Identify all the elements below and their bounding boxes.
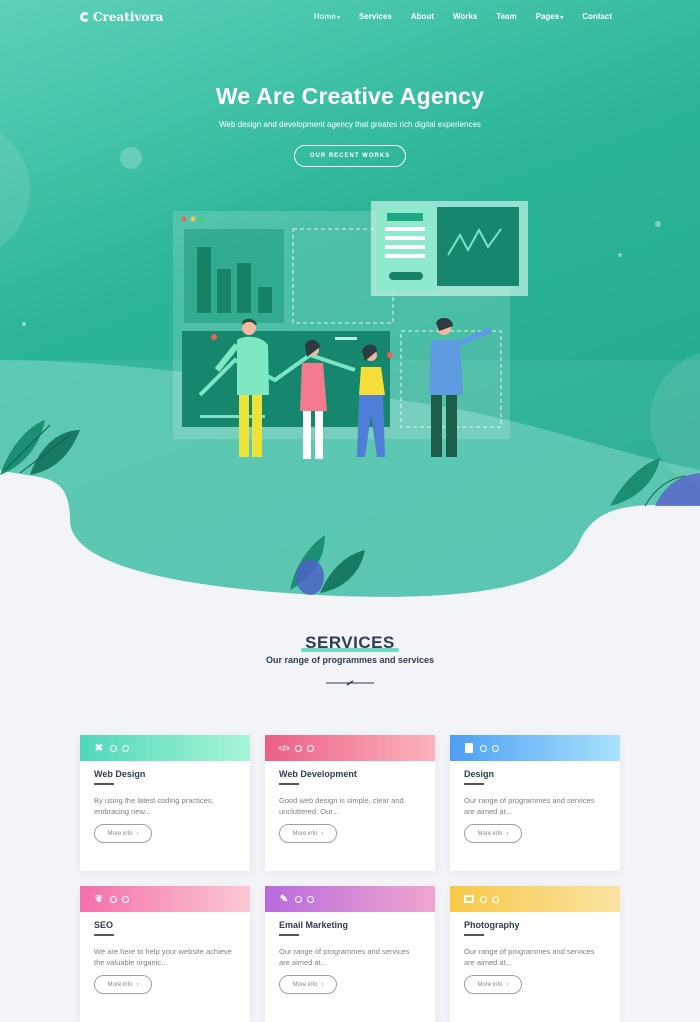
chevron-right-icon: › xyxy=(506,830,509,837)
card-text: Our range of programmes and services are… xyxy=(464,947,595,967)
card-text: Our range of programmes and services are… xyxy=(464,796,595,816)
card-title: Photography xyxy=(464,920,520,930)
divider-icon xyxy=(326,680,374,686)
nav-item-works[interactable]: Works xyxy=(453,12,477,21)
dot-icon xyxy=(110,895,117,903)
dot-icon xyxy=(492,744,499,752)
card-header: </> xyxy=(265,735,435,761)
dot-icon xyxy=(480,744,487,752)
card-header: ❦ xyxy=(80,886,250,912)
nav-menu: Home▾ Services About Works Team Pages▾ C… xyxy=(314,12,612,21)
dot-icon xyxy=(480,895,487,903)
card-title: Web Design xyxy=(94,769,146,779)
nav-item-home[interactable]: Home▾ xyxy=(314,12,340,21)
button-label: More info xyxy=(477,981,503,988)
card-title: Web Development xyxy=(279,769,357,779)
chevron-right-icon: › xyxy=(506,981,509,988)
navbar: Creativora Home▾ Services About Works Te… xyxy=(0,0,700,34)
sprout-icon: ❦ xyxy=(94,893,104,905)
card-rule xyxy=(464,783,484,785)
leaves-left-icon xyxy=(0,420,80,475)
caret-down-icon: ▾ xyxy=(560,15,564,21)
dot-icon xyxy=(295,895,302,903)
caret-down-icon: ▾ xyxy=(336,15,340,21)
button-label: More info xyxy=(107,981,133,988)
button-label: More info xyxy=(292,981,318,988)
service-card: ✖ Web Design By using the latest coding … xyxy=(80,735,250,871)
dot-icon xyxy=(307,744,314,752)
hero-illustration xyxy=(173,201,528,459)
logo-icon xyxy=(80,12,90,22)
button-label: More info xyxy=(477,830,503,837)
code-icon: </> xyxy=(278,743,290,753)
hero-title: We Are Creative Agency xyxy=(215,83,485,109)
service-card: ❦ SEO We are here to help your website a… xyxy=(80,886,250,1022)
hero-subtitle: Web design and development agency that g… xyxy=(219,120,481,129)
service-card: ✎ Email Marketing Our range of programme… xyxy=(265,886,435,1022)
nav-item-pages[interactable]: Pages▾ xyxy=(536,12,564,21)
nav-item-contact[interactable]: Contact xyxy=(582,12,612,21)
dot-icon xyxy=(122,744,129,752)
service-card: Design Our range of programmes and servi… xyxy=(450,735,620,871)
service-card: Photography Our range of programmes and … xyxy=(450,886,620,1022)
dot-icon xyxy=(492,895,499,903)
card-text: Our range of programmes and services are… xyxy=(279,947,410,967)
dot-icon xyxy=(122,895,129,903)
logo-text: Creativora xyxy=(93,10,164,24)
leaves-right-icon xyxy=(610,458,700,507)
tablet-icon xyxy=(463,742,475,754)
button-label: More info xyxy=(107,830,133,837)
more-info-button[interactable]: More info › xyxy=(94,824,152,843)
card-header: ✎ xyxy=(265,886,435,912)
dot-icon xyxy=(295,744,302,752)
card-title: Email Marketing xyxy=(279,920,349,930)
card-rule xyxy=(279,783,299,785)
card-text: We are here to help your website achieve… xyxy=(94,947,232,967)
nav-item-services[interactable]: Services xyxy=(359,12,392,21)
card-rule xyxy=(279,934,299,936)
service-card: </> Web Development Good web design is s… xyxy=(265,735,435,871)
button-label: More info xyxy=(292,830,318,837)
pen-icon: ✎ xyxy=(279,893,289,905)
services-subtitle: Our range of programmes and services xyxy=(265,655,435,665)
recent-works-button[interactable]: OUR RECENT WORKS xyxy=(294,145,406,167)
card-title: Design xyxy=(464,769,495,779)
chevron-right-icon: › xyxy=(136,830,139,837)
camera-icon xyxy=(463,893,475,905)
nav-label: Pages xyxy=(535,12,560,21)
logo[interactable]: Creativora xyxy=(80,10,163,24)
more-info-button[interactable]: More info › xyxy=(279,824,337,843)
close-x-icon: ✖ xyxy=(94,742,104,754)
chevron-right-icon: › xyxy=(321,830,324,837)
card-rule xyxy=(94,934,114,936)
leaves-center-icon xyxy=(290,535,365,595)
services-title: SERVICES xyxy=(301,633,399,652)
more-info-button[interactable]: More info › xyxy=(94,975,152,994)
more-info-button[interactable]: More info › xyxy=(464,824,522,843)
card-header xyxy=(450,886,620,912)
chevron-right-icon: › xyxy=(321,981,324,988)
dot-icon xyxy=(307,895,314,903)
nav-item-about[interactable]: About xyxy=(411,12,434,21)
card-header: ✖ xyxy=(80,735,250,761)
more-info-button[interactable]: More info › xyxy=(464,975,522,994)
card-text: By using the latest coding practices, em… xyxy=(94,796,214,816)
chevron-right-icon: › xyxy=(136,981,139,988)
card-rule xyxy=(464,934,484,936)
dot-icon xyxy=(110,744,117,752)
card-header xyxy=(450,735,620,761)
services-header: SERVICES Our range of programmes and ser… xyxy=(0,633,700,665)
card-text: Good web design is simple, clear and unc… xyxy=(279,796,404,816)
more-info-button[interactable]: More info › xyxy=(279,975,337,994)
nav-label: Home xyxy=(313,12,336,21)
card-title: SEO xyxy=(94,920,114,930)
card-rule xyxy=(94,783,114,785)
nav-item-team[interactable]: Team xyxy=(496,12,516,21)
